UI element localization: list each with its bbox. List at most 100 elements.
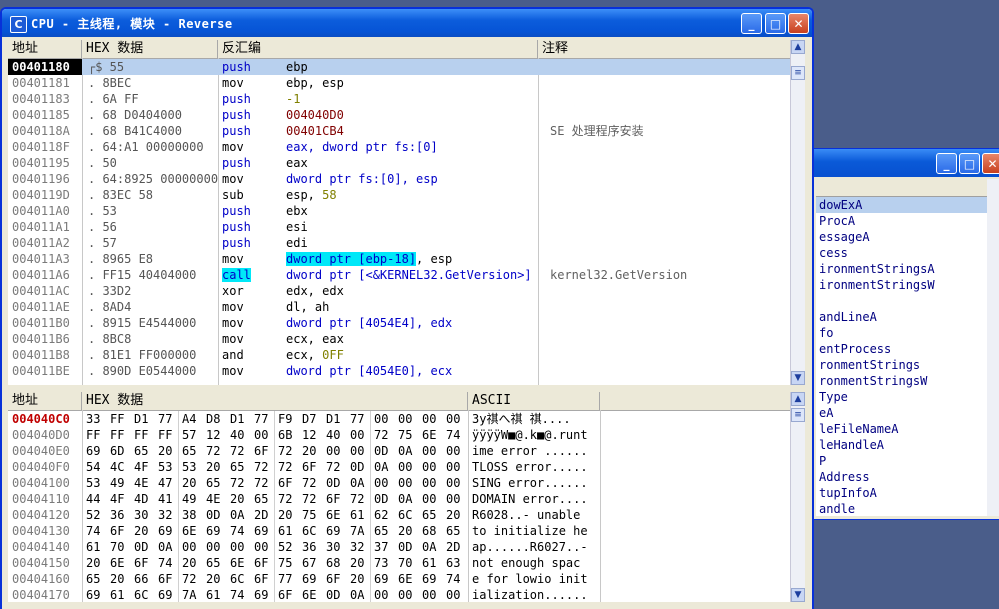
disasm-row[interactable]: 004011A1 . 56 push esi (8, 219, 790, 235)
dump-byte[interactable]: 20 (278, 507, 298, 523)
dump-byte[interactable]: 65 (134, 443, 154, 459)
dump-byte[interactable]: 20 (302, 443, 322, 459)
dump-byte[interactable]: 73 (374, 555, 394, 571)
disasm-row[interactable]: 00401195 . 50 push eax (8, 155, 790, 171)
disasm-row[interactable]: 00401196 . 64:8925 00000000 mov dword ptr f… (8, 171, 790, 187)
scroll-up-button[interactable]: ▲ (791, 40, 805, 54)
dump-byte[interactable]: 20 (206, 459, 226, 475)
import-list-item[interactable]: andle (816, 501, 987, 516)
dump-byte[interactable]: 6E (302, 587, 322, 602)
dump-byte[interactable]: D1 (326, 411, 346, 427)
disasm-row[interactable]: 00401181 . 8BEC mov ebp, esp (8, 75, 790, 91)
dump-byte[interactable]: 66 (134, 571, 154, 587)
dump-byte[interactable]: 00 (446, 587, 466, 602)
dump-byte[interactable]: 61 (422, 555, 442, 571)
dump-byte[interactable]: 4F (134, 459, 154, 475)
maximize-button[interactable]: □ (765, 13, 786, 34)
dump-byte[interactable]: 00 (398, 587, 418, 602)
dump-byte[interactable]: 00 (374, 587, 394, 602)
disasm-row[interactable]: 004011B0 . 8915 E4544000 mov dword ptr [405… (8, 315, 790, 331)
dump-byte[interactable]: 75 (302, 507, 322, 523)
dump-byte[interactable]: FF (110, 427, 130, 443)
dump-byte[interactable]: 0A (350, 475, 370, 491)
dump-byte[interactable]: 6E (230, 555, 250, 571)
dump-byte[interactable]: 54 (86, 459, 106, 475)
disasm-row[interactable]: 004011B8 . 81E1 FF000000 and ecx, 0FF (8, 347, 790, 363)
dump-byte[interactable]: FF (86, 427, 106, 443)
dump-byte[interactable]: 74 (446, 427, 466, 443)
dump-col-hex[interactable]: HEX 数据 (82, 392, 468, 410)
import-list-item[interactable]: andLineA (816, 309, 987, 325)
dump-byte[interactable]: 65 (374, 523, 394, 539)
dump-byte[interactable]: 65 (446, 523, 466, 539)
dump-byte[interactable]: 00 (374, 475, 394, 491)
dump-byte[interactable]: 30 (326, 539, 346, 555)
import-list-item[interactable]: tupInfoA (816, 485, 987, 501)
dump-byte[interactable]: 6F (254, 555, 274, 571)
dump-byte[interactable]: 77 (350, 411, 370, 427)
dump-byte[interactable]: 20 (134, 523, 154, 539)
dump-byte[interactable]: A4 (182, 411, 202, 427)
dump-byte[interactable]: 6F (158, 571, 178, 587)
dump-byte[interactable]: 6E (326, 507, 346, 523)
dump-byte[interactable]: 6C (230, 571, 250, 587)
scroll-down-button[interactable]: ▼ (791, 371, 805, 385)
dump-scrollbar[interactable]: ▲ ≡ ▼ (790, 392, 805, 602)
dump-byte[interactable]: 20 (182, 555, 202, 571)
imports-window-titlebar[interactable]: _ □ ✕ (813, 149, 999, 177)
dump-row[interactable]: 00404130 74 6F 20 69 6E 69 74 69 61 6C 69 7A 65 20 68 65… (8, 523, 790, 539)
disasm-row[interactable]: 004011A6 . FF15 40404000 call dword ptr [<&… (8, 267, 790, 283)
dump-byte[interactable]: 6C (302, 523, 322, 539)
dump-byte[interactable]: 37 (374, 539, 394, 555)
import-list-item[interactable]: ronmentStringsW (816, 373, 987, 389)
dump-byte[interactable]: 72 (230, 443, 250, 459)
dump-byte[interactable]: 00 (422, 475, 442, 491)
dump-byte[interactable]: 00 (326, 443, 346, 459)
dump-byte[interactable]: 41 (158, 491, 178, 507)
dump-byte[interactable]: 00 (446, 475, 466, 491)
disasm-row[interactable]: 004011AC . 33D2 xor edx, edx (8, 283, 790, 299)
dump-byte[interactable]: FF (158, 427, 178, 443)
import-list-item[interactable]: cess (816, 245, 987, 261)
dump-byte[interactable]: 72 (350, 491, 370, 507)
import-list-item[interactable] (816, 293, 987, 309)
dump-byte[interactable]: 00 (422, 587, 442, 602)
import-list-item[interactable]: ironmentStringsA (816, 261, 987, 277)
dump-row[interactable]: 00404150 20 6E 6F 74 20 65 6E 6F 75 67 68 20 73 70 61 63… (8, 555, 790, 571)
dump-scroll-up-button[interactable]: ▲ (791, 392, 805, 406)
dump-byte[interactable]: 72 (374, 427, 394, 443)
dump-byte[interactable]: 69 (374, 571, 394, 587)
dump-byte[interactable]: 72 (326, 459, 346, 475)
dump-byte[interactable]: 69 (326, 523, 346, 539)
dump-scroll-thumb[interactable]: ≡ (791, 408, 805, 422)
dump-byte[interactable]: 0D (206, 507, 226, 523)
dump-byte[interactable]: 7A (350, 523, 370, 539)
dump-byte[interactable]: 62 (374, 507, 394, 523)
dump-byte[interactable]: 0A (350, 587, 370, 602)
cpu-window-titlebar[interactable]: C CPU - 主线程, 模块 - Reverse _ □ ✕ (2, 9, 812, 37)
dump-byte[interactable]: 40 (326, 427, 346, 443)
dump-row[interactable]: 00404120 52 36 30 32 38 0D 0A 2D 20 75 6E 61 62 6C 65 20… (8, 507, 790, 523)
import-list-item[interactable]: ironmentStringsW (816, 277, 987, 293)
col-address[interactable]: 地址 (8, 40, 82, 58)
dump-byte[interactable]: 00 (446, 491, 466, 507)
dump-byte[interactable]: 6B (278, 427, 298, 443)
dump-byte[interactable]: 0D (326, 475, 346, 491)
dump-byte[interactable]: 77 (158, 411, 178, 427)
dump-byte[interactable]: 53 (86, 475, 106, 491)
dump-byte[interactable]: 00 (254, 427, 274, 443)
dump-byte[interactable]: 61 (86, 539, 106, 555)
dump-byte[interactable]: 52 (86, 507, 106, 523)
disasm-row[interactable]: 0040119D . 83EC 58 sub esp, 58 (8, 187, 790, 203)
dump-byte[interactable]: 6E (182, 523, 202, 539)
dump-byte[interactable]: 47 (158, 475, 178, 491)
dump-byte[interactable]: 6E (422, 427, 442, 443)
dump-byte[interactable]: 6C (398, 507, 418, 523)
disassembly-scrollbar[interactable]: ▲ ≡ ▼ (790, 40, 805, 385)
dump-byte[interactable]: 52 (278, 539, 298, 555)
disasm-row[interactable]: 004011A2 . 57 push edi (8, 235, 790, 251)
dump-byte[interactable]: 72 (302, 475, 322, 491)
dump-byte[interactable]: 72 (302, 491, 322, 507)
scroll-thumb[interactable]: ≡ (791, 66, 805, 80)
import-list-item[interactable]: P (816, 453, 987, 469)
